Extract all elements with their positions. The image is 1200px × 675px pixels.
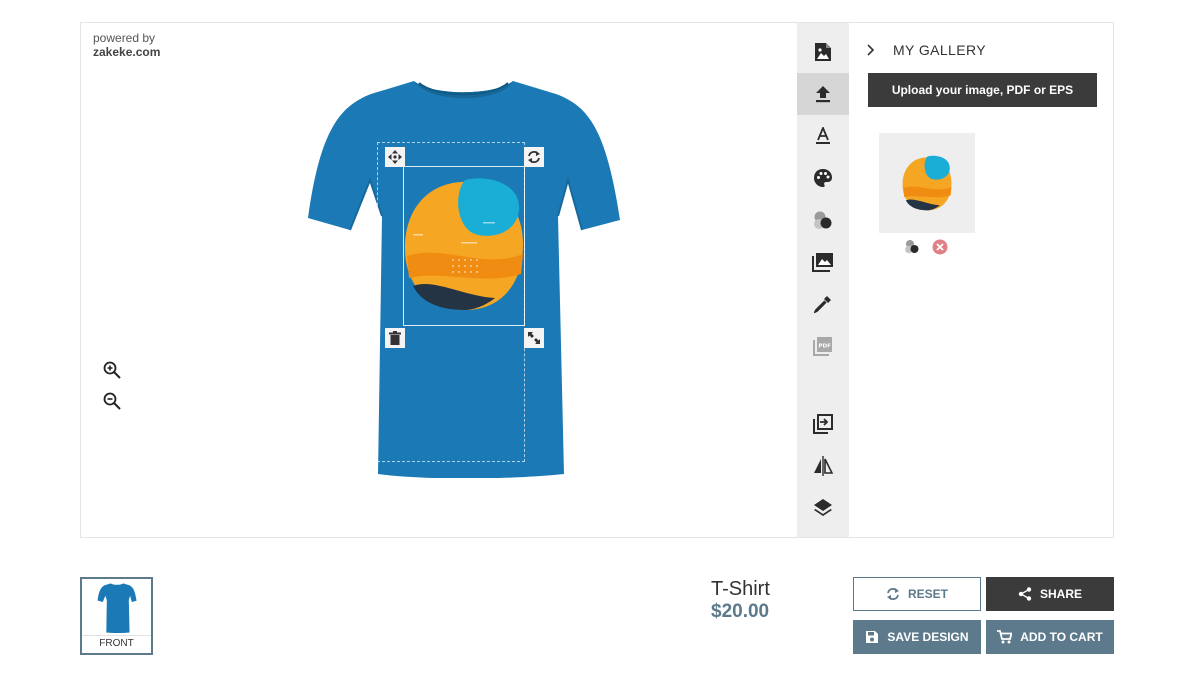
remove-icon (932, 239, 948, 255)
copy-to-side-icon (813, 414, 833, 434)
tool-flip[interactable] (797, 445, 849, 487)
tool-layers[interactable] (797, 487, 849, 529)
text-icon (816, 127, 830, 144)
product-stage (306, 78, 621, 478)
refresh-icon (886, 588, 899, 600)
zoom-in-button[interactable] (101, 359, 123, 381)
side-thumbnail-front[interactable]: FRONT (80, 577, 153, 655)
add-to-cart-button[interactable]: ADD TO CART (986, 620, 1114, 654)
powered-by-label: powered by (93, 31, 156, 45)
reset-button[interactable]: RESET (853, 577, 981, 611)
tool-text[interactable] (797, 115, 849, 157)
save-icon (866, 631, 879, 643)
zoom-out-icon (103, 392, 121, 410)
side-panel: MY GALLERY Upload your image, PDF or EPS (849, 23, 1113, 537)
share-icon (1018, 587, 1032, 601)
tool-eyedropper[interactable] (797, 283, 849, 325)
gallery-header[interactable]: MY GALLERY (867, 42, 986, 58)
move-handle[interactable] (385, 147, 405, 167)
side-label: FRONT (82, 635, 151, 653)
zoom-out-button[interactable] (101, 390, 123, 412)
artwork-thumbnail (902, 155, 952, 211)
tool-upload[interactable] (797, 73, 849, 115)
tool-copy-to-side[interactable] (797, 403, 849, 445)
tool-pdf[interactable]: PDF (797, 325, 849, 367)
image-icon (815, 43, 831, 61)
svg-text:PDF: PDF (819, 344, 832, 350)
add-to-cart-label: ADD TO CART (1020, 630, 1103, 644)
pdf-icon: PDF (813, 337, 832, 356)
thumbnail-remove-button[interactable] (932, 239, 948, 255)
zoom-in-icon (103, 361, 121, 379)
designer-canvas: powered by zakeke.com PDF MY GALLERY Upl… (80, 22, 1114, 538)
color-layers-icon (905, 240, 919, 254)
palette-icon (814, 169, 832, 187)
share-button[interactable]: SHARE (986, 577, 1114, 611)
share-label: SHARE (1039, 587, 1082, 601)
delete-handle[interactable] (385, 328, 405, 348)
rotate-handle[interactable] (524, 147, 544, 167)
tools-toolbar: PDF (797, 23, 849, 537)
gallery-icon (812, 253, 833, 272)
tool-color-layers[interactable] (797, 199, 849, 241)
tshirt-thumbnail (97, 583, 137, 633)
cart-icon (997, 630, 1013, 644)
scale-handle[interactable] (524, 328, 544, 348)
product-name: T-Shirt (711, 578, 770, 600)
thumbnail-colors-button[interactable] (904, 239, 920, 255)
delete-icon (389, 331, 401, 345)
thumbnail-actions (904, 239, 948, 255)
chevron-right-icon (867, 44, 875, 56)
save-design-label: SAVE DESIGN (887, 630, 969, 644)
scale-icon (528, 332, 540, 344)
color-layers-icon (814, 211, 832, 229)
brand-name[interactable]: zakeke.com (93, 45, 160, 59)
gallery-title: MY GALLERY (893, 42, 986, 58)
flip-icon (814, 456, 833, 476)
reset-label: RESET (907, 587, 948, 601)
rotate-icon (528, 151, 540, 163)
tool-palette[interactable] (797, 157, 849, 199)
upload-button[interactable]: Upload your image, PDF or EPS (868, 73, 1097, 107)
gallery-thumbnail[interactable] (879, 133, 975, 233)
tool-image[interactable] (797, 31, 849, 73)
side-preview (82, 583, 151, 633)
tool-gallery[interactable] (797, 241, 849, 283)
move-icon (388, 150, 402, 164)
upload-icon (816, 86, 830, 103)
powered-by[interactable]: powered by zakeke.com (93, 31, 160, 59)
eyedropper-icon (814, 296, 831, 313)
layers-icon (814, 499, 832, 516)
product-price: $20.00 (711, 601, 770, 622)
selection-box[interactable] (403, 166, 525, 326)
save-design-button[interactable]: SAVE DESIGN (853, 620, 981, 654)
